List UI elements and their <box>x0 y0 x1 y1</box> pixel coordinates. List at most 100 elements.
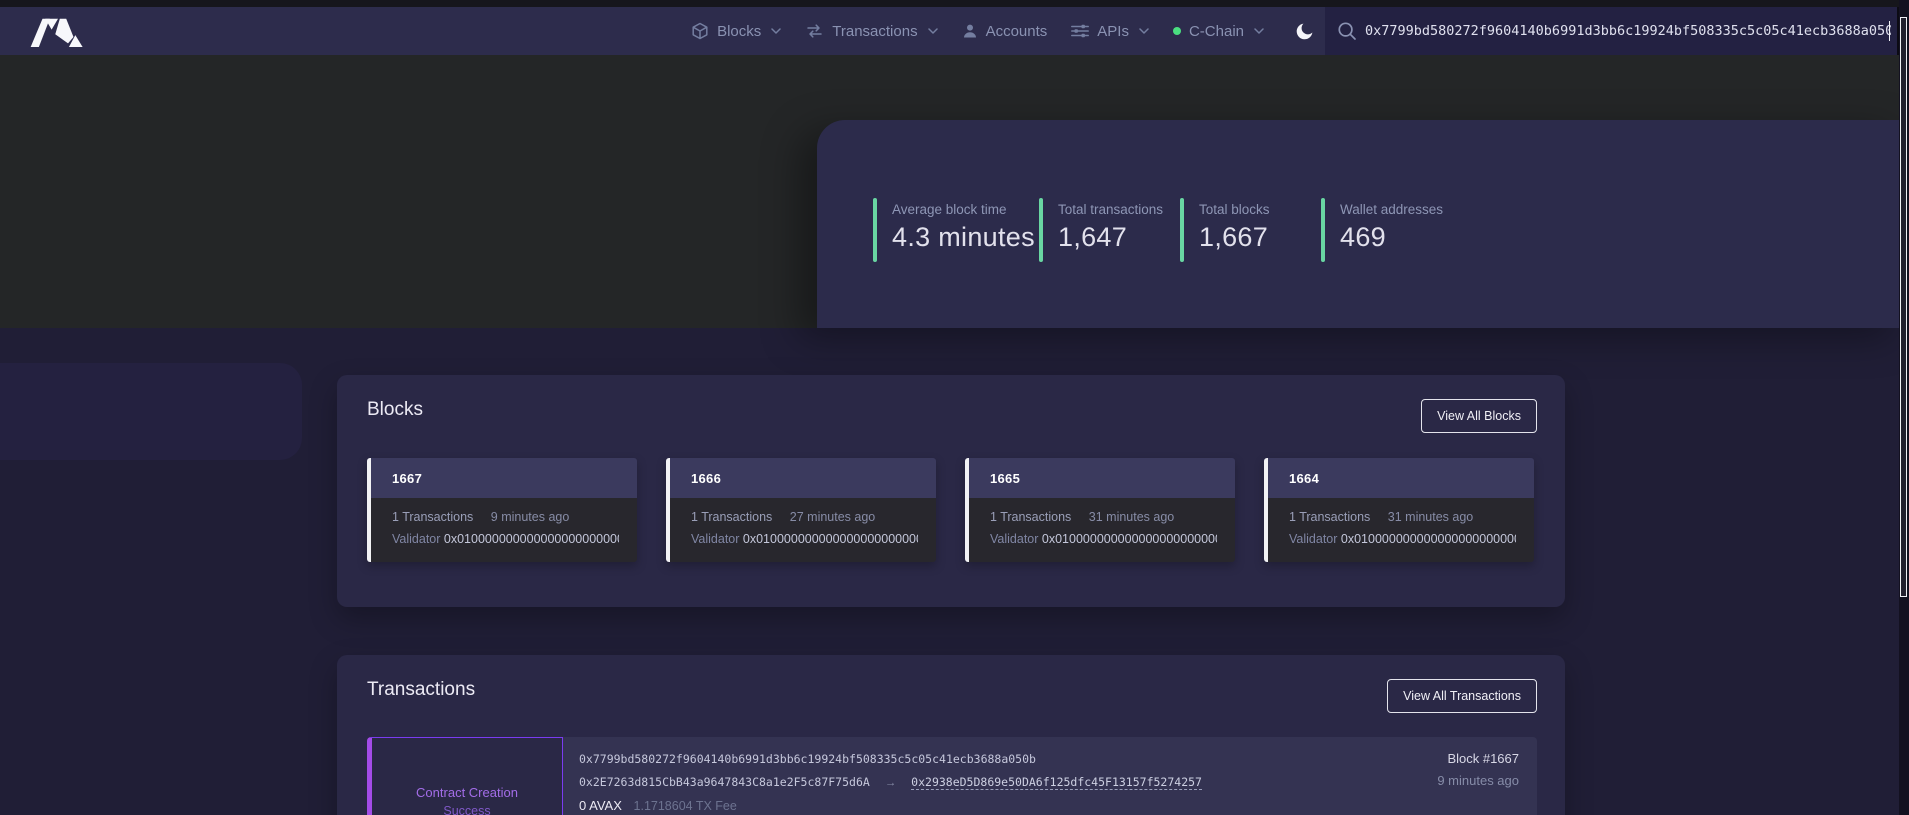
stat-value: 469 <box>1340 222 1443 253</box>
sliders-icon <box>1071 24 1089 38</box>
stat-total-transactions: Total transactions 1,647 <box>1039 198 1180 262</box>
from-address: 0x2E7263d815CbB43a9647843C8a1e2F5c87F75d… <box>579 775 870 789</box>
moon-icon <box>1294 21 1315 42</box>
background-decoration-panel <box>0 363 302 460</box>
validator-label: Validator <box>392 532 440 546</box>
theme-toggle[interactable] <box>1294 21 1315 42</box>
block-age: 9 minutes ago <box>491 510 570 524</box>
search-icon <box>1337 21 1357 41</box>
vertical-scrollbar <box>1899 0 1909 815</box>
text-cursor <box>1889 21 1890 41</box>
block-details: 1 Transactions 31 minutes ago Validator … <box>1268 498 1534 562</box>
transaction-type: Contract Creation <box>416 785 518 800</box>
transaction-value-line: 0 AVAX 1.1718604 TX Fee <box>579 798 1537 813</box>
transaction-status: Success <box>443 804 490 815</box>
transfer-arrows-icon <box>805 24 824 38</box>
validator-address: 0x010000000000000000000000... <box>743 532 918 546</box>
stat-label: Total transactions <box>1058 202 1163 217</box>
stat-accent-bar <box>1180 198 1184 262</box>
nav-label-c-chain: C-Chain <box>1189 23 1244 40</box>
transaction-age: 9 minutes ago <box>1437 773 1519 788</box>
avalanche-logo[interactable] <box>30 16 86 47</box>
chevron-down-icon <box>1254 28 1264 34</box>
chevron-down-icon <box>928 28 938 34</box>
transaction-addresses: 0x2E7263d815CbB43a9647843C8a1e2F5c87F75d… <box>579 775 1537 789</box>
block-reference-link[interactable]: Block #1667 <box>1437 751 1519 766</box>
transaction-value: 0 AVAX <box>579 798 622 813</box>
nav-item-blocks[interactable]: Blocks <box>691 22 781 40</box>
block-age: 31 minutes ago <box>1089 510 1174 524</box>
stats-row: Average block time 4.3 minutes Total tra… <box>873 198 1443 262</box>
block-number[interactable]: 1665 <box>969 458 1235 498</box>
chain-status-dot <box>1173 27 1181 35</box>
validator-address: 0x010000000000000000000000... <box>444 532 619 546</box>
search-input[interactable] <box>1357 7 1897 55</box>
block-card-1666[interactable]: 1666 1 Transactions 27 minutes ago Valid… <box>666 458 936 562</box>
transaction-type-badge: Contract Creation Success <box>367 737 563 815</box>
transaction-block-info: Block #1667 9 minutes ago <box>1437 751 1519 788</box>
block-details: 1 Transactions 9 minutes ago Validator 0… <box>371 498 637 562</box>
transaction-row: Contract Creation Success 0x7799bd580272… <box>367 737 1537 815</box>
chevron-down-icon <box>1139 28 1149 34</box>
transaction-details: 0x7799bd580272f9604140b6991d3bb6c19924bf… <box>563 737 1537 815</box>
validator-address: 0x010000000000000000000000... <box>1341 532 1516 546</box>
stats-panel: Average block time 4.3 minutes Total tra… <box>817 120 1909 328</box>
stat-average-block-time: Average block time 4.3 minutes <box>873 198 1039 262</box>
stat-wallet-addresses: Wallet addresses 469 <box>1321 198 1443 262</box>
block-card-1665[interactable]: 1665 1 Transactions 31 minutes ago Valid… <box>965 458 1235 562</box>
stat-label: Total blocks <box>1199 202 1270 217</box>
arrow-right-icon: → <box>885 777 897 789</box>
nav-item-apis[interactable]: APIs <box>1071 23 1149 40</box>
nav-label-blocks: Blocks <box>717 23 761 40</box>
block-details: 1 Transactions 27 minutes ago Validator … <box>670 498 936 562</box>
transaction-fee: 1.1718604 TX Fee <box>634 799 737 813</box>
block-number[interactable]: 1667 <box>371 458 637 498</box>
stat-value: 1,667 <box>1199 222 1270 253</box>
block-tx-count: 1 Transactions <box>392 510 473 524</box>
stat-label: Average block time <box>892 202 1035 217</box>
block-card-1667[interactable]: 1667 1 Transactions 9 minutes ago Valida… <box>367 458 637 562</box>
nav-label-transactions: Transactions <box>832 23 917 40</box>
block-tx-count: 1 Transactions <box>1289 510 1370 524</box>
nav-item-transactions[interactable]: Transactions <box>805 23 937 40</box>
blocks-section: Blocks View All Blocks 1667 1 Transactio… <box>337 375 1565 607</box>
validator-label: Validator <box>990 532 1038 546</box>
block-tx-count: 1 Transactions <box>691 510 772 524</box>
nav-item-accounts[interactable]: Accounts <box>962 23 1048 40</box>
validator-label: Validator <box>691 532 739 546</box>
search-bar <box>1325 7 1899 55</box>
navbar: Blocks Transactions Account <box>0 7 1909 55</box>
block-number[interactable]: 1664 <box>1268 458 1534 498</box>
hero-section: Average block time 4.3 minutes Total tra… <box>0 55 1909 328</box>
stat-label: Wallet addresses <box>1340 202 1443 217</box>
explorer-page: Blocks Transactions Account <box>0 0 1909 815</box>
stat-accent-bar <box>1321 198 1325 262</box>
stat-accent-bar <box>1039 198 1043 262</box>
person-icon <box>962 23 978 39</box>
blocks-section-title: Blocks <box>367 399 423 421</box>
view-all-transactions-button[interactable]: View All Transactions <box>1387 679 1537 713</box>
transactions-section: Transactions View All Transactions Contr… <box>337 655 1565 815</box>
scrollbar-thumb[interactable] <box>1900 17 1907 597</box>
block-details: 1 Transactions 31 minutes ago Validator … <box>969 498 1235 562</box>
view-all-blocks-button[interactable]: View All Blocks <box>1421 399 1537 433</box>
block-number[interactable]: 1666 <box>670 458 936 498</box>
to-address-link[interactable]: 0x2938eD5D869e50DA6f125dfc45F13157f52742… <box>911 775 1202 790</box>
nav-item-chain-selector[interactable]: C-Chain <box>1173 23 1264 40</box>
stat-total-blocks: Total blocks 1,667 <box>1180 198 1321 262</box>
stat-accent-bar <box>873 198 877 262</box>
transactions-section-title: Transactions <box>367 679 475 701</box>
transaction-hash-link[interactable]: 0x7799bd580272f9604140b6991d3bb6c19924bf… <box>579 752 1537 766</box>
validator-label: Validator <box>1289 532 1337 546</box>
block-card-grid: 1667 1 Transactions 9 minutes ago Valida… <box>367 458 1534 562</box>
nav-menu: Blocks Transactions Account <box>691 7 1315 55</box>
block-age: 27 minutes ago <box>790 510 875 524</box>
window-top-strip <box>0 0 1909 7</box>
block-age: 31 minutes ago <box>1388 510 1473 524</box>
block-tx-count: 1 Transactions <box>990 510 1071 524</box>
stat-value: 4.3 minutes <box>892 222 1035 253</box>
block-card-1664[interactable]: 1664 1 Transactions 31 minutes ago Valid… <box>1264 458 1534 562</box>
nav-label-apis: APIs <box>1097 23 1129 40</box>
nav-label-accounts: Accounts <box>986 23 1048 40</box>
stat-value: 1,647 <box>1058 222 1163 253</box>
